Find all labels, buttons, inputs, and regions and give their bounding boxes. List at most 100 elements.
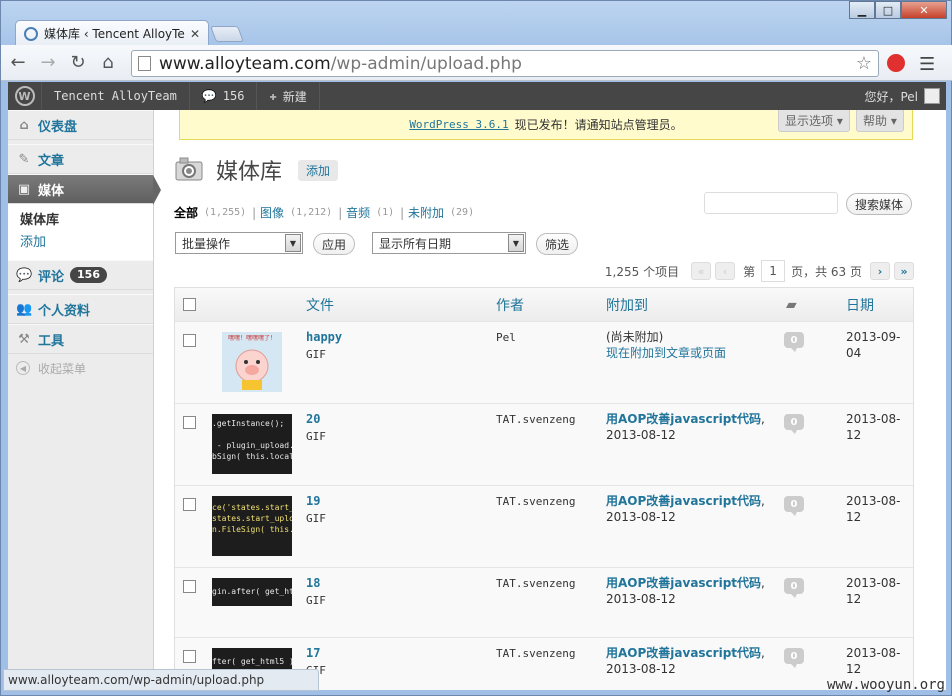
minimize-button[interactable]: ▁ xyxy=(849,1,875,19)
menu-item-dashboard[interactable]: ⌂ 仪表盘 xyxy=(8,110,153,140)
back-icon[interactable]: ← xyxy=(5,50,31,76)
new-tab-button[interactable] xyxy=(210,26,244,42)
close-window-button[interactable]: ✕ xyxy=(901,1,947,19)
apply-button[interactable]: 应用 xyxy=(313,233,355,255)
menu-label: 个人资料 xyxy=(38,303,91,319)
media-submenu: 媒体库 添加 xyxy=(8,204,153,260)
add-media-button[interactable]: 添加 xyxy=(298,159,339,181)
attached-to: 用AOP改善javascript代码, 2013-08-12 xyxy=(606,494,765,524)
menu-item-media[interactable]: ▣ 媒体 xyxy=(8,174,161,205)
date-filter-select[interactable]: 显示所有日期 ▼ xyxy=(372,232,526,254)
table-row: 嘿嘿！嘿嘿嘿了！ happy GIF Pel (尚未附加) 现在附加到文章或页面… xyxy=(175,322,913,404)
filter-audio[interactable]: 音频 xyxy=(346,204,370,221)
comments-link[interactable]: 💬 156 xyxy=(190,82,258,110)
bookmark-star-icon[interactable]: ☆ xyxy=(856,53,872,74)
menu-item-posts[interactable]: ✎ 文章 xyxy=(8,144,153,174)
filter-button[interactable]: 筛选 xyxy=(536,233,578,255)
author: TAT.svenzeng xyxy=(496,577,576,590)
row-checkbox[interactable] xyxy=(183,650,196,663)
thumbnail-happy[interactable]: 嘿嘿！嘿嘿嘿了！ xyxy=(222,332,282,392)
thumbnail-20[interactable]: .getInstance(); - plugin_upload.star bSi… xyxy=(212,414,292,474)
current-page-input[interactable]: 1 xyxy=(761,260,786,282)
maximize-button[interactable]: □ xyxy=(875,1,901,19)
attached-post-link[interactable]: 用AOP改善javascript代码 xyxy=(606,412,761,426)
thumbnail-18[interactable]: gin.after( get_html5 xyxy=(212,578,292,606)
dropdown-arrow-icon: ▼ xyxy=(285,234,301,252)
attached-post-date: 2013-08-12 xyxy=(606,662,676,676)
comment-count-bubble[interactable]: 0 xyxy=(784,578,804,598)
attached-post-link[interactable]: 用AOP改善javascript代码 xyxy=(606,494,761,508)
search-media-button[interactable]: 搜索媒体 xyxy=(846,193,912,215)
row-checkbox[interactable] xyxy=(183,498,196,511)
address-bar[interactable]: www.alloyteam.com/wp-admin/upload.php ☆ xyxy=(131,50,879,77)
watermark: www.wooyun.org xyxy=(826,677,945,693)
prev-page-button[interactable]: ‹ xyxy=(715,262,736,280)
filter-images[interactable]: 图像 xyxy=(260,204,284,221)
menu-item-tools[interactable]: ⚒ 工具 xyxy=(8,324,153,354)
search-input[interactable] xyxy=(704,192,838,214)
site-name-link[interactable]: Tencent AlloyTeam xyxy=(42,82,190,110)
site-favicon-icon xyxy=(24,26,38,41)
user-account[interactable]: 您好，Pel xyxy=(864,88,946,105)
attach-now-link[interactable]: 现在附加到文章或页面 xyxy=(606,345,726,361)
attached-post-link[interactable]: 用AOP改善javascript代码 xyxy=(606,576,761,590)
column-author: 作者 xyxy=(496,297,524,314)
comment-count-bubble[interactable]: 0 xyxy=(784,332,804,352)
browser-tab[interactable]: 媒体库 ‹ Tencent AlloyTe ✕ xyxy=(15,20,209,46)
screen-options-button[interactable]: 显示选项 ▾ xyxy=(778,110,850,132)
extension-icon[interactable] xyxy=(887,54,905,72)
reload-icon[interactable]: ↻ xyxy=(65,50,91,76)
row-checkbox[interactable] xyxy=(183,580,196,593)
filter-unattached-count: (29) xyxy=(450,207,475,218)
row-checkbox[interactable] xyxy=(183,416,196,429)
row-checkbox[interactable] xyxy=(183,334,196,347)
menu-item-comments[interactable]: 💬 评论 156 xyxy=(8,260,153,290)
update-link[interactable]: WordPress 3.6.1 xyxy=(409,118,508,131)
browser-menu-icon[interactable]: ☰ xyxy=(919,54,935,75)
page-icon xyxy=(138,56,151,71)
page-title: 媒体库 xyxy=(216,160,283,185)
file-type: GIF xyxy=(306,512,326,525)
comment-count-bubble[interactable]: 0 xyxy=(784,648,804,668)
file-name-link[interactable]: 18 xyxy=(306,576,320,590)
tab-bar: 媒体库 ‹ Tencent AlloyTe ✕ ▁ □ ✕ xyxy=(1,1,952,46)
bulk-action-select[interactable]: 批量操作 ▼ xyxy=(175,232,303,254)
next-page-button[interactable]: › xyxy=(870,262,890,280)
comment-count-bubble[interactable]: 0 xyxy=(784,414,804,434)
wordpress-logo-icon[interactable]: W xyxy=(8,82,42,110)
collapse-menu-button[interactable]: ◀ 收起菜单 xyxy=(8,354,153,382)
filter-all[interactable]: 全部 xyxy=(174,204,198,221)
forward-icon[interactable]: → xyxy=(35,50,61,76)
file-name-link[interactable]: 17 xyxy=(306,646,320,660)
media-icon: ▣ xyxy=(17,181,31,197)
column-date[interactable]: 日期 xyxy=(846,295,874,315)
url-path: /wp-admin/upload.php xyxy=(330,53,522,74)
filter-all-count: (1,255) xyxy=(204,207,247,218)
thumbnail-19[interactable]: ce('states.start_u states.start_upload n… xyxy=(212,496,292,556)
filter-images-count: (1,212) xyxy=(290,207,333,218)
help-button[interactable]: 帮助 ▾ xyxy=(856,110,904,132)
comment-count-bubble[interactable]: 0 xyxy=(784,496,804,516)
upload-date: 2013-08-12 xyxy=(846,646,901,676)
last-page-button[interactable]: » xyxy=(894,262,914,280)
submenu-item-library[interactable]: 媒体库 xyxy=(20,210,153,232)
attached-to: 用AOP改善javascript代码, 2013-08-12 xyxy=(606,412,765,442)
first-page-button[interactable]: « xyxy=(691,262,712,280)
page-header: 媒体库 添加 xyxy=(174,154,339,186)
submenu-item-add[interactable]: 添加 xyxy=(20,232,153,254)
close-tab-icon[interactable]: ✕ xyxy=(190,27,200,41)
tab-title: 媒体库 ‹ Tencent AlloyTe xyxy=(44,27,185,41)
author: TAT.svenzeng xyxy=(496,413,576,426)
select-all-checkbox[interactable] xyxy=(183,298,196,311)
comments-column-icon[interactable]: ▰ xyxy=(786,297,797,313)
home-icon[interactable]: ⌂ xyxy=(95,50,121,76)
file-name-link[interactable]: happy xyxy=(306,330,342,344)
column-file[interactable]: 文件 xyxy=(306,295,334,315)
attached-post-link[interactable]: 用AOP改善javascript代码 xyxy=(606,646,761,660)
file-name-link[interactable]: 19 xyxy=(306,494,320,508)
help-label: 帮助 xyxy=(863,114,888,128)
file-name-link[interactable]: 20 xyxy=(306,412,320,426)
menu-item-profile[interactable]: 👥 个人资料 xyxy=(8,294,153,324)
filter-unattached[interactable]: 未附加 xyxy=(408,204,444,221)
new-content-link[interactable]: ✚ 新建 xyxy=(257,82,320,110)
